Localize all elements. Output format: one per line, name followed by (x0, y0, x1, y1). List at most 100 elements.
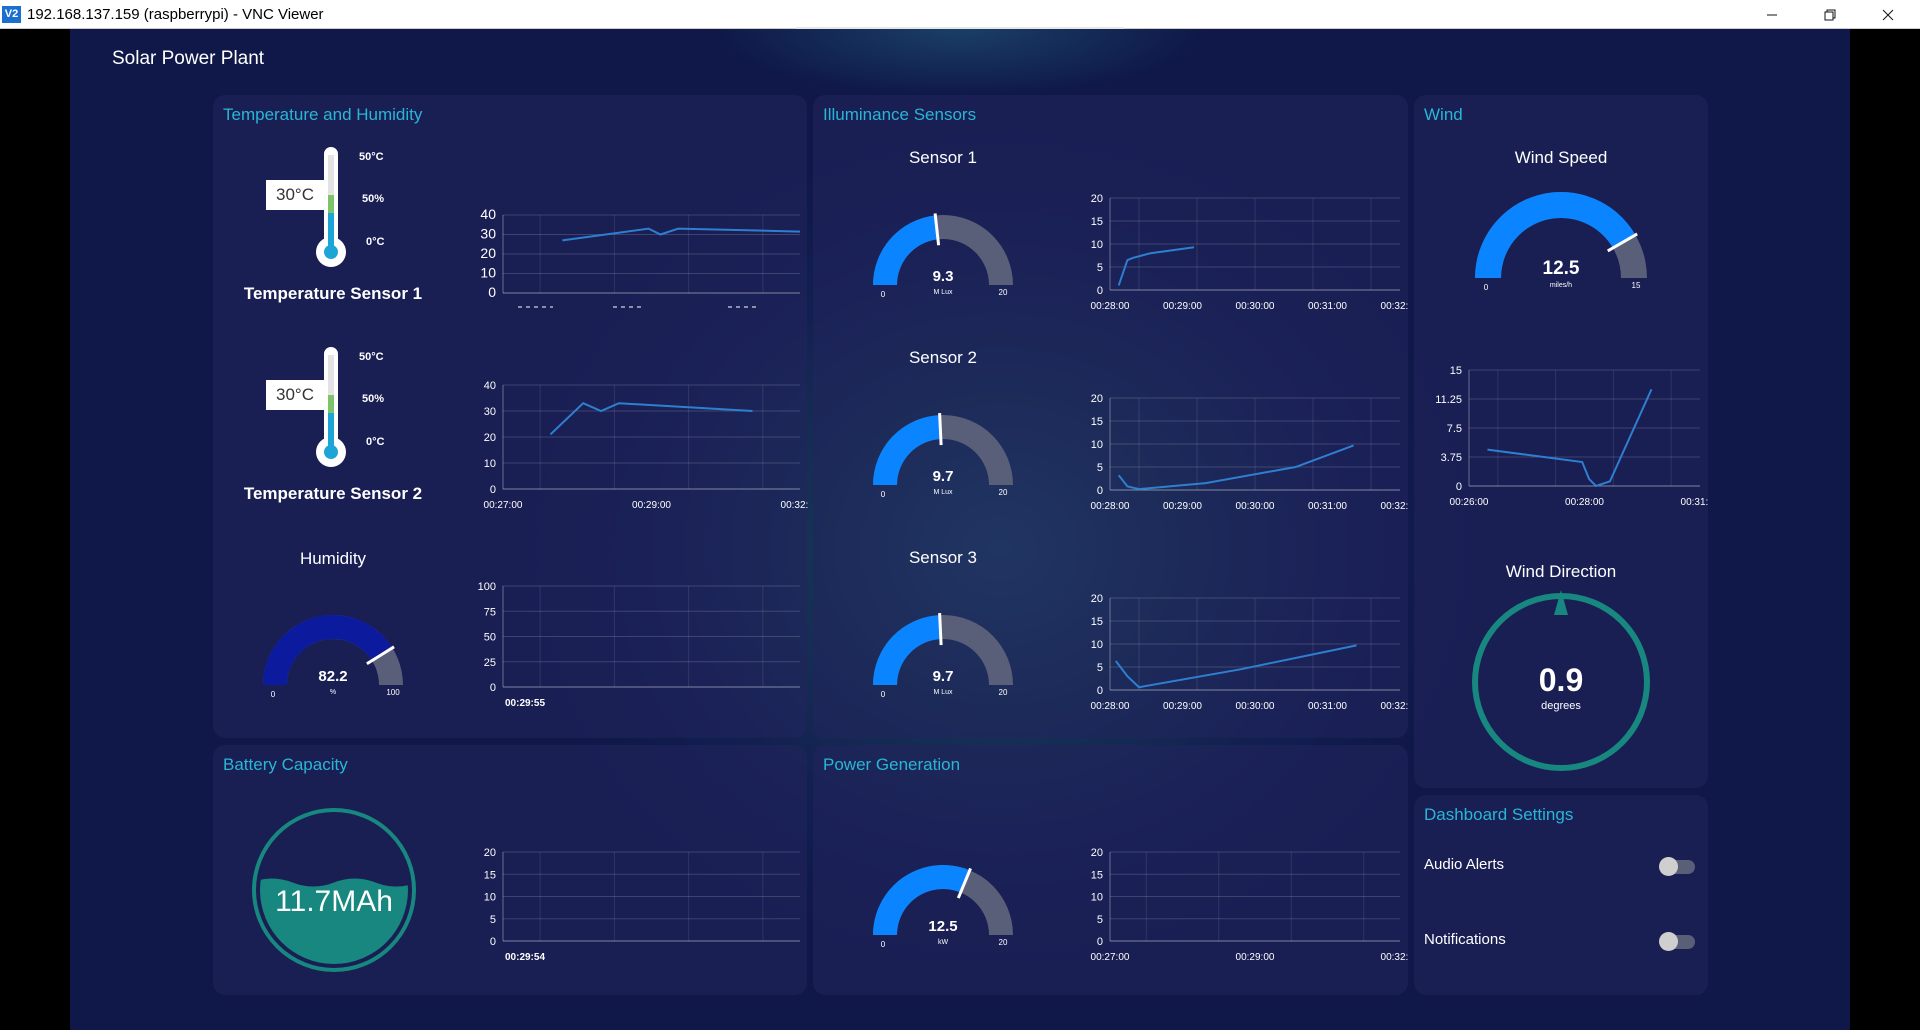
temperature-value: 30°C (266, 380, 324, 410)
y-tick-label: 0 (1456, 481, 1462, 493)
restore-button[interactable] (1801, 0, 1859, 29)
y-tick-label: 15 (1091, 616, 1103, 628)
gauge-fill (873, 215, 938, 285)
battery-level-indicator: 11.7MAh (252, 808, 416, 972)
x-tick-label: 00:31:00 (1308, 701, 1347, 712)
y-tick-label: 20 (1091, 393, 1103, 405)
scale-max: 50°C (359, 151, 384, 163)
gauge-unit: kW (938, 939, 949, 946)
illuminance-gauge-1: 9.3 M Lux 0 20 (873, 213, 1013, 299)
gauge-min: 0 (881, 690, 886, 699)
wind-speed-label: Wind Speed (1514, 148, 1608, 167)
y-tick-label: 5 (490, 914, 496, 926)
y-tick-label: 15 (484, 869, 496, 881)
battery-chart: 0 5 10 15 20 00:29:54 (484, 847, 800, 963)
card-wind: Wind Wind Speed 12.5 miles/h 0 15 0 3.75 7.5 1… (1414, 95, 1708, 788)
y-tick-label: 0 (490, 682, 496, 694)
x-tick-label: 00:32:00 (1381, 501, 1408, 512)
y-tick-label: 5 (1097, 914, 1103, 926)
dashboard-page: Solar Power Plant Temperature and Humidi… (70, 29, 1850, 1030)
temperature-1-chart: 0 10 20 30 40 (480, 206, 801, 308)
y-tick-label: 0 (1097, 485, 1103, 497)
gauge-min: 0 (881, 490, 886, 499)
x-tick-label: 00:28:00 (1091, 501, 1130, 512)
wind-speed-chart: 0 3.75 7.5 11.25 15 00:26:00 00:28:00 00:31:00 (1435, 365, 1708, 508)
card-temperature-humidity: Temperature and Humidity 30°C 50°C 50% 0… (213, 95, 808, 738)
y-tick-label: 25 (484, 657, 496, 669)
y-tick-label: 20 (1091, 847, 1103, 859)
y-tick-label: 11.25 (1435, 394, 1462, 406)
illuminance-1-chart: 0 5 10 15 20 00:28:00 00:29:00 00:30:00 00:31:00… (1091, 193, 1408, 312)
y-tick-label: 20 (1091, 593, 1103, 605)
gauge-min: 0 (271, 690, 276, 699)
toggle-knob (1659, 857, 1678, 876)
x-tick-label: 00:29:00 (1236, 952, 1275, 963)
series-line (1487, 388, 1653, 488)
humidity-chart: 0 25 50 75 100 00:29:55 (478, 581, 800, 709)
setting-label-audio-alerts: Audio Alerts (1424, 856, 1505, 873)
temperature-2-chart: 0 10 20 30 40 00:27:00 00:29:00 00:32:00 (484, 380, 808, 511)
scale-mid: 50% (362, 393, 385, 405)
y-tick-label: 40 (480, 206, 496, 222)
x-tick-label: 00:26:00 (1450, 497, 1489, 508)
x-tick-label: 00:32:00 (1381, 301, 1408, 312)
x-tick-label: 00:29:55 (505, 698, 545, 709)
notifications-toggle[interactable] (1659, 932, 1695, 951)
gauge-value: 9.7 (933, 468, 954, 485)
gauge-max: 20 (999, 938, 1008, 947)
gauge-value: 12.5 (1543, 258, 1580, 279)
minimize-icon (1767, 14, 1777, 15)
scale-min: 0°C (366, 436, 385, 448)
power-chart: 0 5 10 15 20 00:27:00 00:29:00 00:32:00 (1091, 847, 1408, 963)
app-title: Solar Power Plant (112, 48, 265, 69)
scale-min: 0°C (366, 236, 385, 248)
audio-alerts-toggle[interactable] (1659, 857, 1695, 876)
series-line (1117, 246, 1195, 286)
y-tick-label: 15 (1091, 416, 1103, 428)
minimize-button[interactable] (1743, 0, 1801, 29)
y-tick-label: 10 (484, 458, 496, 470)
x-tick-label: 00:31:00 (1308, 301, 1347, 312)
y-tick-label: 10 (484, 892, 496, 904)
illuminance-2-chart: 0 5 10 15 20 00:28:00 00:29:00 00:30:00 00:31:00… (1091, 393, 1408, 512)
y-tick-label: 3.75 (1441, 452, 1462, 464)
restore-icon (1824, 9, 1836, 20)
y-tick-label: 30 (480, 226, 496, 242)
x-tick-label: 00:31:00 (1681, 497, 1708, 508)
y-tick-label: 15 (1091, 869, 1103, 881)
gauge-value: 82.2 (318, 668, 347, 685)
thermometer-sensor-1: 30°C 50°C 50% 0°C (213, 95, 453, 295)
y-tick-label: 75 (484, 606, 496, 618)
gauge-unit: M Lux (933, 489, 953, 496)
series-line (549, 402, 753, 436)
sensor-label: Sensor 3 (908, 548, 978, 567)
wind-direction-unit: degrees (1541, 700, 1581, 712)
illuminance-3-chart: 0 5 10 15 20 00:28:00 00:29:00 00:30:00 00:31:00… (1091, 593, 1408, 712)
close-button[interactable] (1859, 0, 1917, 29)
x-tick-label: 00:30:00 (1236, 501, 1275, 512)
battery-value: 11.7MAh (275, 885, 393, 918)
y-tick-label: 5 (1097, 662, 1103, 674)
x-tick-label: 00:29:00 (1163, 301, 1202, 312)
card-title: Battery Capacity (223, 755, 348, 774)
y-tick-label: 15 (1091, 216, 1103, 228)
wind-speed-gauge: 12.5 miles/h 0 15 (1475, 192, 1647, 292)
y-tick-label: 5 (1097, 262, 1103, 274)
gauge-unit: M Lux (933, 289, 953, 296)
scale-max: 50°C (359, 351, 384, 363)
gauge-fill (873, 415, 941, 485)
remote-screen[interactable]: Solar Power Plant Temperature and Humidi… (0, 29, 1920, 1030)
gauge-min: 0 (881, 940, 886, 949)
y-tick-label: 10 (1091, 639, 1103, 651)
card-title: Wind (1424, 105, 1463, 124)
thermometer-sensor-2: 30°C 50°C 50% 0°C (213, 295, 453, 495)
y-tick-label: 0 (490, 936, 496, 948)
y-tick-label: 0 (1097, 285, 1103, 297)
x-tick-label: 00:32:00 (781, 500, 808, 511)
y-tick-label: 5 (1097, 462, 1103, 474)
x-tick-label: 00:28:00 (1091, 301, 1130, 312)
humidity-gauge: 82.2% 0 100 (263, 615, 403, 699)
gauge-max: 20 (999, 488, 1008, 497)
sensor-label: Temperature Sensor 2 (243, 484, 423, 503)
card-title: Illuminance Sensors (823, 105, 977, 124)
